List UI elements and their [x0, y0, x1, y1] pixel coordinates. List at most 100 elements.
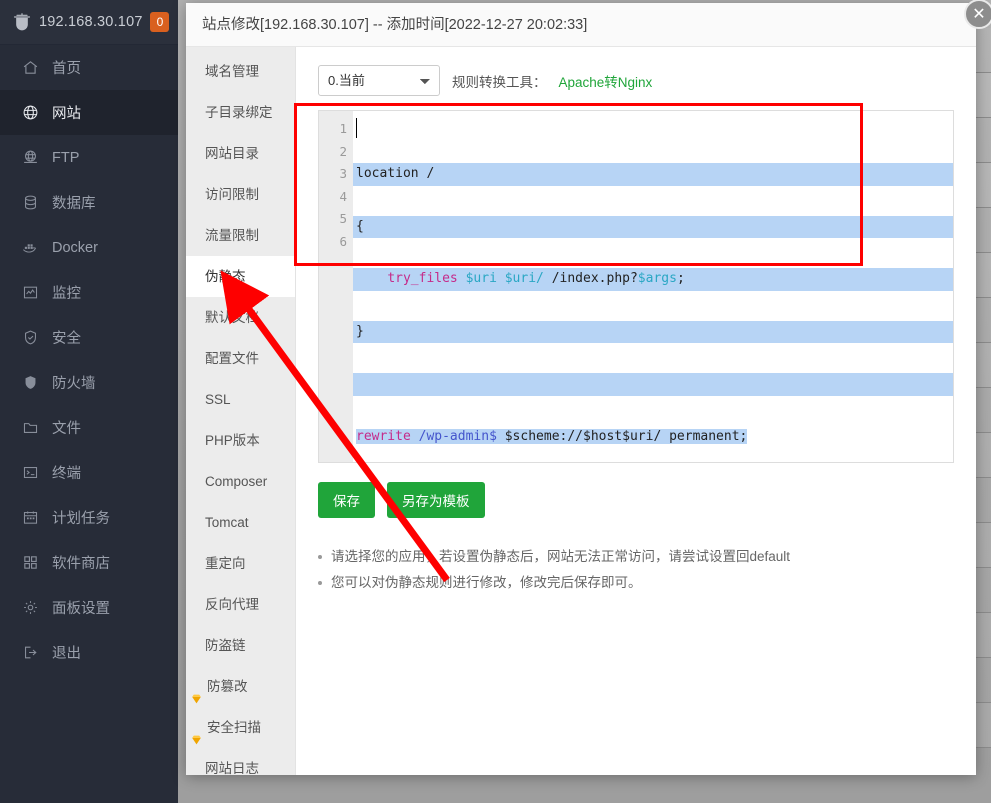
modal-menu-item-17[interactable]: 安全扫描	[186, 707, 295, 748]
bullet-icon	[318, 555, 322, 559]
save-button[interactable]: 保存	[318, 482, 375, 518]
modal-menu-item-2[interactable]: 子目录绑定	[186, 92, 295, 133]
bullet-icon	[318, 581, 322, 585]
modal-menu-item-12[interactable]: Tomcat	[186, 502, 295, 543]
modal-menu-item-label: PHP版本	[205, 433, 260, 448]
line-number: 2	[339, 143, 347, 159]
modal-body: 域名管理子目录绑定网站目录访问限制 流量限制 伪静态 默认文档 配置文件 SSL PHP版本…	[186, 47, 976, 776]
terminal-icon	[22, 464, 39, 481]
gem-icon	[190, 721, 203, 744]
modal-side-menu: 域名管理子目录绑定网站目录访问限制 流量限制 伪静态 默认文档 配置文件 SSL PHP版本…	[186, 47, 296, 776]
code-line[interactable]: }	[353, 320, 953, 343]
apache-to-nginx-link[interactable]: Apache转Nginx	[559, 71, 653, 91]
sidebar-item-11[interactable]: 计划任务	[0, 495, 178, 540]
modal-menu-item-7[interactable]: 默认文档	[186, 297, 295, 338]
sidebar-item-1[interactable]: 首页	[0, 45, 178, 90]
modal-menu-item-3[interactable]: 网站目录	[186, 133, 295, 174]
tips-list: 请选择您的应用，若设置伪静态后，网站无法正常访问，请尝试设置回default 您…	[318, 544, 954, 596]
sidebar-item-label: 监控	[52, 286, 81, 302]
modal-menu-item-13[interactable]: 重定向	[186, 543, 295, 584]
sidebar-item-13[interactable]: 面板设置	[0, 585, 178, 630]
modal-menu-item-label: SSL	[205, 392, 231, 407]
tip-item: 您可以对伪静态规则进行修改，修改完后保存即可。	[318, 570, 954, 596]
sidebar-item-5[interactable]: Docker	[0, 225, 178, 270]
globe-icon	[22, 104, 39, 121]
sidebar-item-8[interactable]: 防火墙	[0, 360, 178, 405]
site-edit-modal: ✕ 站点修改[192.168.30.107] -- 添加时间[2022-12-2…	[186, 0, 991, 776]
editor-caret	[356, 118, 357, 138]
modal-title: 站点修改[192.168.30.107] -- 添加时间[2022-12-27 …	[186, 3, 976, 47]
code-line[interactable]: try_files $uri $uri/ /index.php?$args;	[353, 268, 953, 291]
modal-menu-item-4[interactable]: 访问限制	[186, 174, 295, 215]
modal-menu-item-label: 反向代理	[205, 597, 259, 612]
ftp-globe-icon	[22, 149, 39, 166]
sidebar-item-label: 终端	[52, 466, 81, 482]
rewrite-code-editor[interactable]: 1 2 3 4 5 6 location / { try_files $uri $uri/…	[318, 110, 954, 463]
modal-content-rewrite: 0.当前 规则转换工具： Apache转Nginx 1 2 3 4 5 6 locatio…	[296, 47, 976, 775]
line-number: 6	[339, 233, 347, 249]
modal-menu-item-16[interactable]: 防篡改	[186, 666, 295, 707]
modal-menu-item-11[interactable]: Composer	[186, 461, 295, 502]
code-line[interactable]	[353, 373, 953, 396]
modal-menu-item-14[interactable]: 反向代理	[186, 584, 295, 625]
sidebar-item-label: Docker	[52, 239, 98, 256]
save-as-template-button[interactable]: 另存为模板	[387, 482, 485, 518]
line-number: 3	[339, 166, 347, 181]
sidebar-item-label: 软件商店	[52, 556, 110, 572]
sidebar-item-6[interactable]: 监控	[0, 270, 178, 315]
modal-menu-item-1[interactable]: 域名管理	[186, 51, 295, 92]
pagoda-shield-icon	[12, 12, 32, 32]
home-icon	[22, 59, 39, 76]
shield-check-icon	[22, 329, 39, 346]
sidebar-item-label: 网站	[52, 106, 81, 122]
sidebar-item-label: 数据库	[52, 196, 96, 212]
sidebar-item-label: 安全	[52, 331, 81, 347]
calendar-icon	[22, 509, 39, 526]
sidebar-item-14[interactable]: 退出	[0, 630, 178, 675]
screen: 192.168.30.107 0 首页网站 FTP 数据库 Docker 监控安全防火墙…	[0, 0, 991, 803]
sidebar-item-4[interactable]: 数据库	[0, 180, 178, 225]
modal-menu-item-18[interactable]: 网站日志	[186, 748, 295, 789]
sidebar-item-label: 文件	[52, 421, 81, 437]
database-icon	[22, 194, 39, 211]
sidebar-notification-badge[interactable]: 0	[149, 12, 169, 32]
line-number: 5	[339, 211, 347, 226]
modal-menu-item-9[interactable]: SSL	[186, 379, 295, 420]
close-icon[interactable]: ✕	[964, 0, 991, 29]
editor-code-area[interactable]: location / { try_files $uri $uri/ /index…	[353, 111, 953, 462]
sidebar-item-2[interactable]: 网站	[0, 90, 178, 135]
gem-icon	[190, 680, 203, 703]
sidebar-item-label: 首页	[52, 61, 81, 77]
sidebar-item-7[interactable]: 安全	[0, 315, 178, 360]
sidebar-ip-label: 192.168.30.107	[39, 14, 143, 30]
rewrite-rule-select[interactable]: 0.当前	[318, 65, 440, 96]
modal-menu-item-6[interactable]: 伪静态	[186, 256, 295, 297]
line-number: 4	[339, 188, 347, 204]
modal-menu-item-15[interactable]: 防盗链	[186, 625, 295, 666]
folder-icon	[22, 419, 39, 436]
modal-menu-item-label: 安全扫描	[207, 720, 261, 735]
sidebar-item-9[interactable]: 文件	[0, 405, 178, 450]
rewrite-toolbar: 0.当前 规则转换工具： Apache转Nginx	[318, 65, 954, 96]
code-line[interactable]: location /	[353, 163, 953, 186]
sidebar-item-3[interactable]: FTP	[0, 135, 178, 180]
tip-text: 请选择您的应用，若设置伪静态后，网站无法正常访问，请尝试设置回default	[331, 549, 791, 564]
editor-line-numbers: 1 2 3 4 5 6	[319, 111, 353, 462]
sidebar-item-label: 防火墙	[52, 376, 96, 392]
sidebar-item-12[interactable]: 软件商店	[0, 540, 178, 585]
monitor-chart-icon	[22, 284, 39, 301]
sidebar-nav: 首页网站 FTP 数据库 Docker 监控安全防火墙文件终端计划任务软件商店面板设置退…	[0, 45, 178, 675]
sidebar-item-10[interactable]: 终端	[0, 450, 178, 495]
sidebar-item-label: FTP	[52, 149, 80, 166]
modal-menu-item-label: 网站目录	[205, 146, 259, 161]
modal-menu-item-8[interactable]: 配置文件	[186, 338, 295, 379]
modal-menu-item-10[interactable]: PHP版本	[186, 420, 295, 461]
logout-icon	[22, 644, 39, 661]
code-line[interactable]: {	[353, 215, 953, 238]
button-row: 保存 另存为模板	[318, 482, 954, 518]
modal-menu-item-5[interactable]: 流量限制	[186, 215, 295, 256]
code-line[interactable]: rewrite /wp-admin$ $scheme://$host$uri/ …	[353, 426, 953, 449]
modal-menu-item-label: 域名管理	[205, 64, 259, 79]
shield-solid-icon	[22, 374, 39, 391]
modal-menu-item-label: 防盗链	[205, 638, 246, 653]
